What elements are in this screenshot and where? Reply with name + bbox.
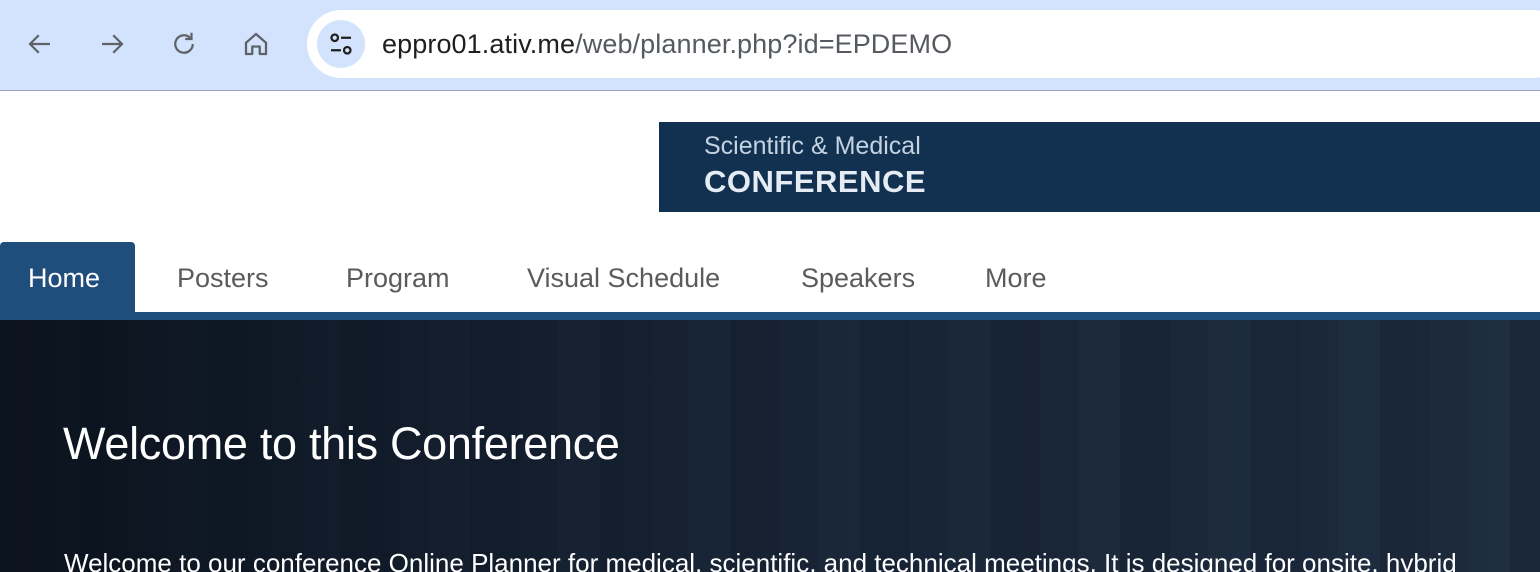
address-bar[interactable]: eppro01.ativ.me/web/planner.php?id=EPDEM… — [307, 10, 1540, 78]
tab-visual-schedule[interactable]: Visual Schedule — [527, 242, 720, 312]
conference-banner: Scientific & Medical CONFERENCE — [659, 122, 1540, 212]
url-text[interactable]: eppro01.ativ.me/web/planner.php?id=EPDEM… — [382, 28, 952, 60]
arrow-left-icon — [28, 34, 50, 54]
tab-program[interactable]: Program — [346, 242, 450, 312]
site-info-button[interactable] — [317, 20, 365, 68]
back-button[interactable] — [20, 24, 60, 64]
intro-text: Welcome to our conference Online Planner… — [64, 548, 1457, 572]
reload-icon — [174, 32, 194, 54]
hero-section: Welcome to this Conference Welcome to ou… — [0, 320, 1540, 572]
tab-posters[interactable]: Posters — [177, 242, 269, 312]
arrow-right-icon — [102, 34, 124, 54]
home-button[interactable] — [236, 24, 276, 64]
forward-button[interactable] — [92, 24, 132, 64]
tab-more[interactable]: More — [985, 242, 1047, 312]
reload-button[interactable] — [164, 24, 204, 64]
browser-toolbar: eppro01.ativ.me/web/planner.php?id=EPDEM… — [0, 0, 1540, 91]
banner-subtitle: Scientific & Medical — [704, 132, 921, 160]
page-title: Welcome to this Conference — [63, 418, 620, 469]
tune-icon — [330, 33, 352, 55]
nav-underline — [0, 312, 1540, 320]
url-host: eppro01.ativ.me — [382, 29, 576, 59]
tab-speakers[interactable]: Speakers — [801, 242, 915, 312]
banner-title: CONFERENCE — [704, 164, 927, 199]
url-path: /web/planner.php?id=EPDEMO — [575, 29, 953, 59]
main-nav: Home Posters Program Visual Schedule Spe… — [0, 242, 1540, 320]
tab-home[interactable]: Home — [0, 242, 135, 314]
home-icon — [244, 32, 268, 56]
